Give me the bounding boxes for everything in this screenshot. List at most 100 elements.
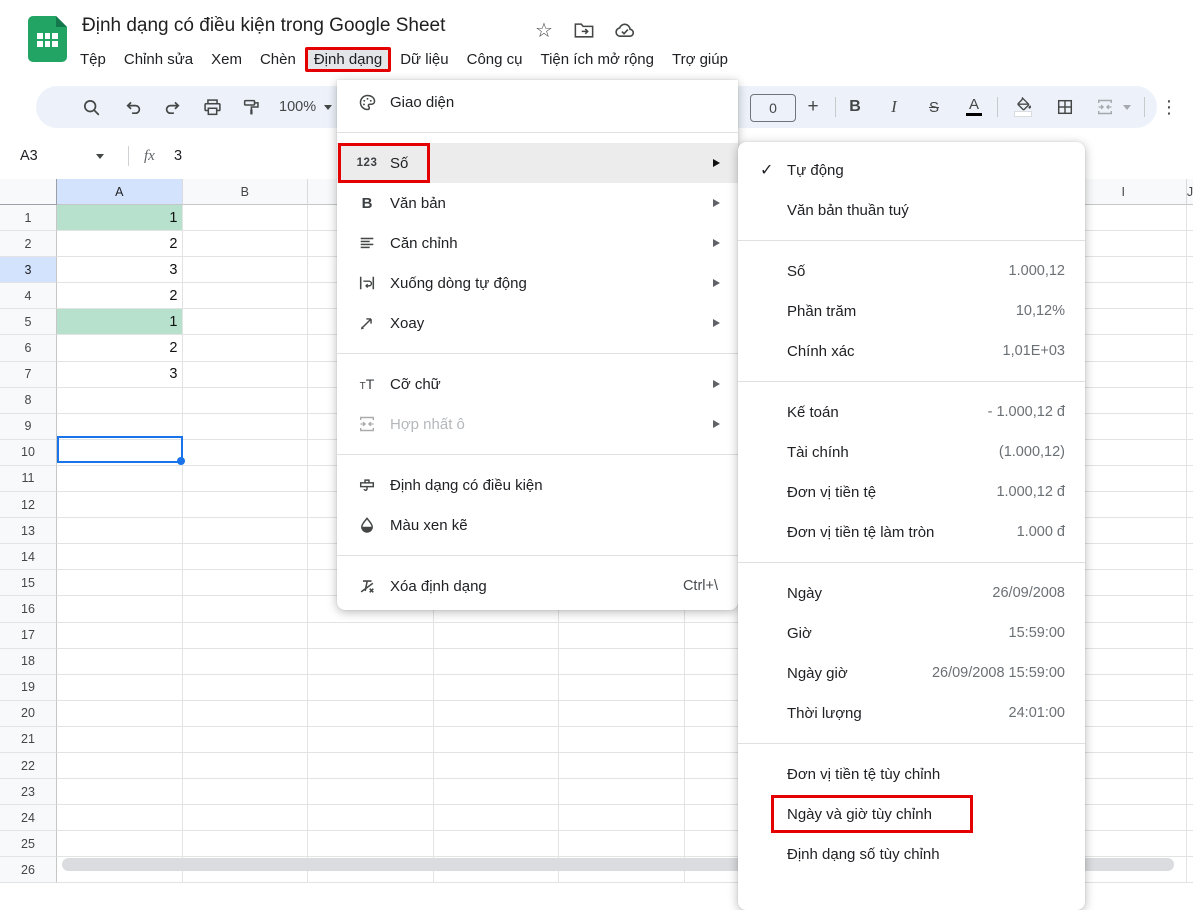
cell-J14[interactable] [1187,544,1193,570]
cell-A25[interactable] [57,831,183,857]
cell-C23[interactable] [308,779,434,805]
google-sheets-logo[interactable] [28,16,67,62]
format-menu-item-wrapping[interactable]: Xuống dòng tự động [337,263,738,303]
cell-E20[interactable] [559,701,685,727]
cell-J2[interactable] [1187,231,1193,257]
cell-B20[interactable] [183,701,309,727]
cell-B8[interactable] [183,388,309,414]
column-header-A[interactable]: A [57,179,183,205]
cell-E17[interactable] [559,623,685,649]
menubar-item-extensions[interactable]: Tiện ích mở rộng [531,47,663,72]
menubar-item-file[interactable]: Tệp [71,47,115,72]
cell-J17[interactable] [1187,623,1193,649]
cell-A15[interactable] [57,570,183,596]
cell-J20[interactable] [1187,701,1193,727]
column-header-B[interactable]: B [183,179,309,205]
row-header-10[interactable]: 10 [0,440,57,466]
search-button[interactable] [76,92,106,122]
cell-B12[interactable] [183,492,309,518]
cell-B23[interactable] [183,779,309,805]
cell-B18[interactable] [183,649,309,675]
row-header-9[interactable]: 9 [0,414,57,440]
cell-A13[interactable] [57,518,183,544]
merge-cells-dropdown[interactable] [1118,92,1136,122]
cell-B1[interactable] [183,205,309,231]
cell-B16[interactable] [183,596,309,622]
format-menu-item-text[interactable]: BVăn bản [337,183,738,223]
cell-J15[interactable] [1187,570,1193,596]
number-format-item-currency-rounded[interactable]: Đơn vị tiền tệ làm tròn1.000 đ [738,512,1085,552]
row-header-4[interactable]: 4 [0,283,57,309]
font-size-input[interactable]: 0 [750,94,796,122]
cell-J4[interactable] [1187,283,1193,309]
menubar-item-help[interactable]: Trợ giúp [663,47,737,72]
number-format-item-date[interactable]: Ngày26/09/2008 [738,573,1085,613]
paint-format-button[interactable] [236,92,266,122]
format-menu-item-alternating-colors[interactable]: Màu xen kẽ [337,505,738,545]
cell-A23[interactable] [57,779,183,805]
number-format-item-custom-currency[interactable]: Đơn vị tiền tệ tùy chỉnh [738,754,1085,794]
row-header-25[interactable]: 25 [0,831,57,857]
cloud-status-icon[interactable] [612,18,636,42]
row-header-11[interactable]: 11 [0,466,57,492]
number-format-item-currency[interactable]: Đơn vị tiền tệ1.000,12 đ [738,472,1085,512]
bold-button[interactable]: B [840,92,870,122]
cell-E24[interactable] [559,805,685,831]
cell-D17[interactable] [434,623,560,649]
cell-D23[interactable] [434,779,560,805]
menubar-item-format[interactable]: Định dạng [305,47,391,72]
cell-E25[interactable] [559,831,685,857]
row-header-21[interactable]: 21 [0,727,57,753]
row-header-3[interactable]: 3 [0,257,57,283]
fill-handle[interactable] [177,457,185,465]
star-icon[interactable]: ☆ [532,18,556,42]
cell-A16[interactable] [57,596,183,622]
cell-B2[interactable] [183,231,309,257]
name-box[interactable]: A3 [14,148,120,164]
document-title[interactable]: Định dạng có điều kiện trong Google Shee… [82,15,445,37]
row-header-16[interactable]: 16 [0,596,57,622]
number-format-item-duration[interactable]: Thời lượng24:01:00 [738,693,1085,733]
cell-J6[interactable] [1187,335,1193,361]
cell-A7[interactable]: 3 [57,362,183,388]
cell-B15[interactable] [183,570,309,596]
row-header-6[interactable]: 6 [0,335,57,361]
cell-D20[interactable] [434,701,560,727]
row-header-13[interactable]: 13 [0,518,57,544]
format-menu-item-font-size[interactable]: TTCỡ chữ [337,364,738,404]
cell-B9[interactable] [183,414,309,440]
cell-B25[interactable] [183,831,309,857]
cell-B14[interactable] [183,544,309,570]
cell-B10[interactable] [183,440,309,466]
cell-A3[interactable]: 3 [57,257,183,283]
cell-J13[interactable] [1187,518,1193,544]
menubar-item-view[interactable]: Xem [202,47,251,72]
cell-D21[interactable] [434,727,560,753]
cell-A14[interactable] [57,544,183,570]
number-format-item-financial[interactable]: Tài chính(1.000,12) [738,432,1085,472]
cell-C24[interactable] [308,805,434,831]
cell-E18[interactable] [559,649,685,675]
zoom-control[interactable]: 100% [279,86,332,128]
cell-J12[interactable] [1187,492,1193,518]
italic-button[interactable]: I [879,92,909,122]
cell-B19[interactable] [183,675,309,701]
cell-J23[interactable] [1187,779,1193,805]
menubar-item-insert[interactable]: Chèn [251,47,305,72]
format-menu-item-alignment[interactable]: Căn chỉnh [337,223,738,263]
cell-J8[interactable] [1187,388,1193,414]
select-all-corner[interactable] [0,179,57,205]
cell-D22[interactable] [434,753,560,779]
row-header-14[interactable]: 14 [0,544,57,570]
format-menu-item-merge-cells[interactable]: Hợp nhất ô [337,404,738,444]
cell-J10[interactable] [1187,440,1193,466]
cell-J24[interactable] [1187,805,1193,831]
row-header-8[interactable]: 8 [0,388,57,414]
number-format-item-accounting[interactable]: Kế toán- 1.000,12 đ [738,392,1085,432]
menubar-item-tools[interactable]: Công cụ [458,47,532,72]
number-format-item-time[interactable]: Giờ15:59:00 [738,613,1085,653]
format-menu-item-rotation[interactable]: Xoay [337,303,738,343]
column-header-J[interactable]: J [1187,179,1193,205]
more-toolbar-button[interactable]: ⋮ [1154,92,1184,122]
cell-J25[interactable] [1187,831,1193,857]
